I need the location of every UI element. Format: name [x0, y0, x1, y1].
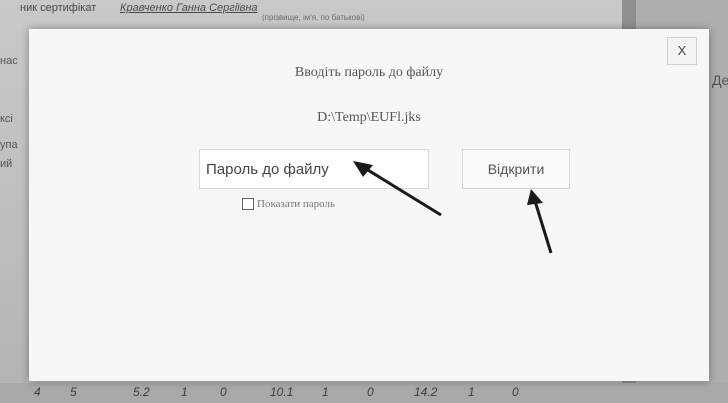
table-cell: 1: [181, 385, 188, 399]
table-cell: 0: [220, 385, 227, 399]
table-cell: 1: [468, 385, 475, 399]
certificate-holder-name: Кравченко Ганна Сергіївна: [120, 2, 258, 14]
table-cell: 5: [70, 385, 77, 399]
table-cell: 10.1: [270, 385, 294, 399]
arrow-to-password-icon: [353, 161, 442, 217]
left-fragment: ксі: [0, 113, 13, 125]
table-cell: 0: [367, 385, 374, 399]
close-button[interactable]: X: [667, 37, 697, 65]
arrow-to-open-icon: [527, 189, 553, 254]
left-fragment: упа: [0, 139, 18, 151]
table-cell: 1: [322, 385, 329, 399]
open-button[interactable]: Відкрити: [462, 149, 570, 189]
show-password-checkbox[interactable]: [242, 198, 254, 210]
dialog-title: Вводіть пароль до файлу: [294, 65, 444, 80]
table-cell: 4: [34, 385, 41, 399]
password-dialog: X Вводіть пароль до файлу D:\Temp\EUFl.j…: [29, 29, 709, 381]
table-cell: 14.2: [414, 385, 438, 399]
bottom-table-row: [0, 383, 728, 403]
show-password-label: Показати пароль: [257, 198, 336, 210]
file-path: D:\Temp\EUFl.jks: [317, 110, 421, 125]
table-cell: 5.2: [133, 385, 150, 399]
show-password-toggle[interactable]: Показати пароль: [242, 197, 335, 211]
right-fragment: Де: [712, 72, 728, 88]
table-cell: 0: [512, 385, 519, 399]
certificate-holder-caption: (прізвище, ім'я, по батькові): [262, 13, 365, 22]
left-fragment: ий: [0, 158, 13, 170]
left-fragment: нас: [0, 55, 18, 67]
certificate-header: ник сертифікат Кравченко Ганна Сергіївна…: [0, 0, 620, 22]
certificate-label: ник сертифікат: [20, 2, 97, 14]
